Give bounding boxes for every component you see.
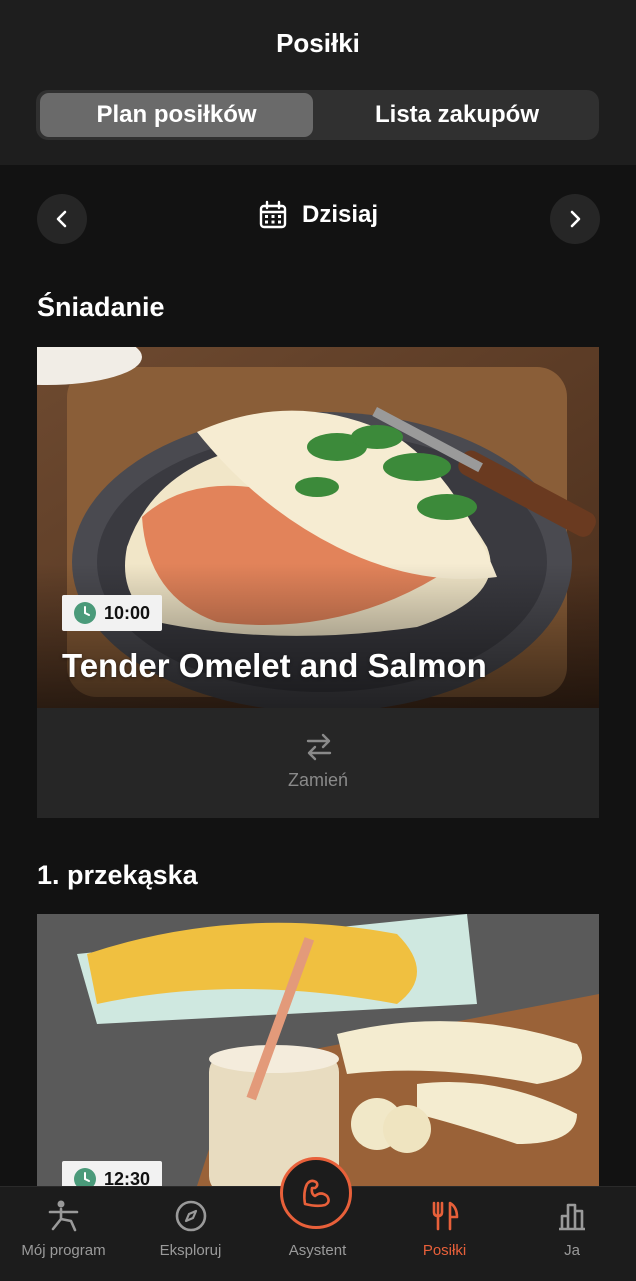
tab-label: Posiłki: [422, 1242, 467, 1259]
tab-me[interactable]: Ja: [508, 1187, 636, 1281]
meal-time: 12:30: [104, 1168, 151, 1187]
tab-meal-plan[interactable]: Plan posiłków: [40, 93, 313, 137]
meal-photo-banana-smoothie: [37, 914, 599, 1186]
page-title: Posiłki: [276, 28, 360, 58]
time-badge: 12:30: [62, 1161, 163, 1187]
meal-name: Tender Omelet and Salmon: [62, 647, 487, 684]
flexed-arm-icon: [303, 1179, 330, 1208]
next-day-button[interactable]: [550, 194, 600, 244]
clock-icon: [74, 1168, 96, 1186]
swap-label: Zamień: [287, 770, 349, 790]
tab-label: Ja: [564, 1242, 580, 1259]
time-badge: 10:00: [62, 595, 163, 631]
date-selector[interactable]: Dzisiaj: [0, 200, 636, 230]
tab-label: Eksploruj: [159, 1242, 222, 1259]
header: Posiłki Plan posiłków Lista zakupów: [0, 0, 636, 165]
bar-chart-icon: [559, 1203, 585, 1231]
calendar-icon: [259, 200, 287, 229]
tab-explore[interactable]: Eksploruj: [127, 1187, 254, 1281]
assistant-button[interactable]: [280, 1157, 352, 1229]
tab-meals[interactable]: Posiłki: [381, 1187, 508, 1281]
swap-meal-button[interactable]: Zamień: [37, 708, 599, 818]
chevron-right-icon: [570, 210, 581, 228]
tab-shopping-list[interactable]: Lista zakupów: [318, 93, 596, 137]
date-label: Dzisiaj: [301, 201, 379, 228]
yoga-pose-icon: [48, 1200, 78, 1232]
meal-card-snack[interactable]: 12:30: [37, 914, 599, 1186]
clock-icon: [74, 602, 96, 624]
fork-knife-icon: [432, 1201, 458, 1231]
meal-tabs-segment: Plan posiłków Lista zakupów: [36, 90, 599, 140]
swap-arrows-icon: [306, 733, 332, 761]
tab-my-program[interactable]: Mój program: [0, 1187, 127, 1281]
meal-time: 10:00: [104, 602, 151, 623]
compass-icon: [175, 1200, 206, 1232]
tab-label: Asystent: [288, 1242, 347, 1259]
section-title-snack: 1. przekąska: [37, 860, 198, 890]
tab-label: Mój program: [21, 1242, 106, 1259]
section-title-breakfast: Śniadanie: [37, 292, 165, 322]
meal-card-breakfast[interactable]: 10:00 Tender Omelet and Salmon Zamień: [37, 347, 599, 818]
